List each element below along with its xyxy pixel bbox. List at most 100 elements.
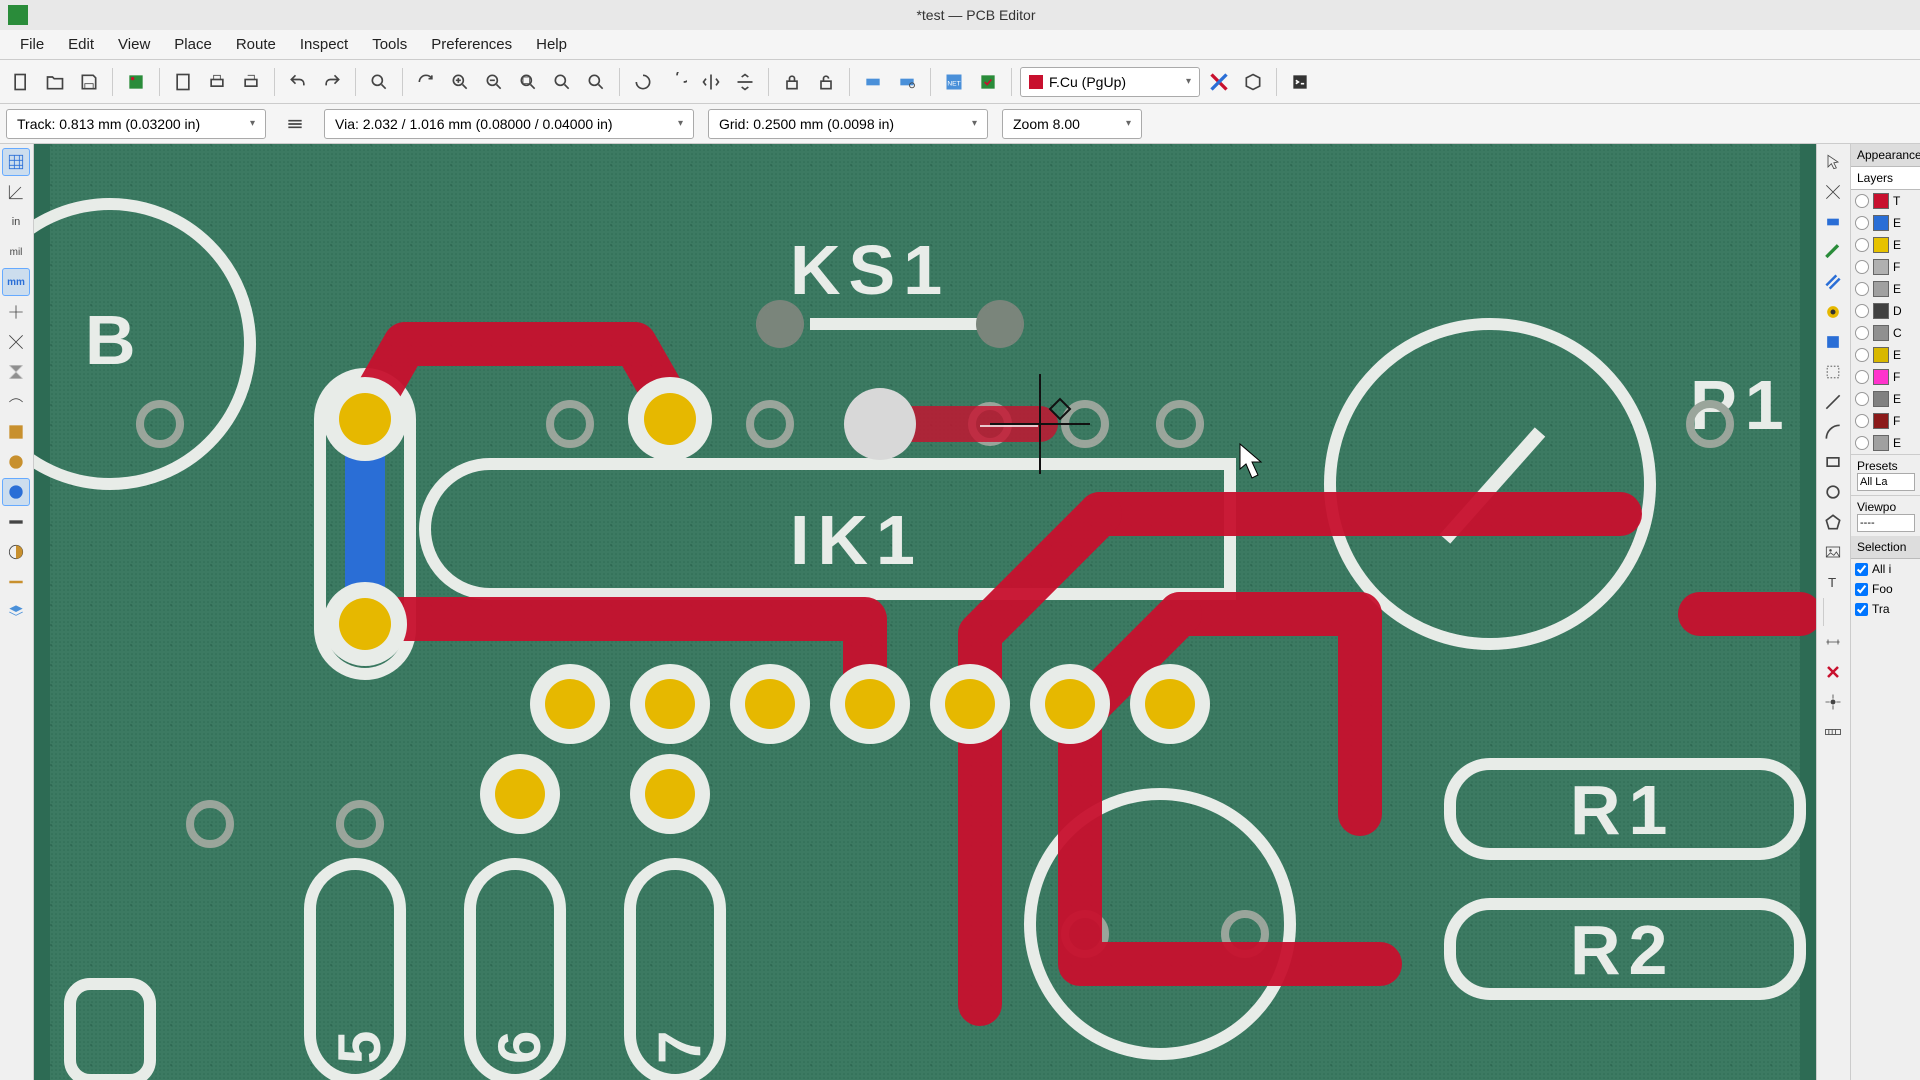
track-display-icon[interactable] [2,508,30,536]
route-diff-pair-icon[interactable] [1819,268,1847,296]
menu-help[interactable]: Help [524,32,579,57]
eye-icon[interactable] [1855,238,1869,252]
eye-icon[interactable] [1855,260,1869,274]
zoom-fit-icon[interactable] [513,67,543,97]
pcb-view[interactable]: KS1 IK1 P1 R1 R2 B 5 6 7 [34,144,1816,1080]
undo-icon[interactable] [283,67,313,97]
layers-manager-icon[interactable] [2,598,30,626]
footprint-editor-icon[interactable] [858,67,888,97]
appearance-tab[interactable]: Appearance [1851,144,1920,167]
page-settings-icon[interactable] [168,67,198,97]
select-tool-icon[interactable] [1819,148,1847,176]
unlock-icon[interactable] [811,67,841,97]
pad-display-icon[interactable] [2,448,30,476]
polar-coord-icon[interactable] [2,178,30,206]
grid-selector[interactable]: Grid: 0.2500 mm (0.0098 in) ▾ [708,109,988,139]
layer-row[interactable]: E [1851,212,1920,234]
layer-selector[interactable]: F.Cu (PgUp) ▾ [1020,67,1200,97]
draw-line-icon[interactable] [1819,388,1847,416]
eye-icon[interactable] [1855,282,1869,296]
layer-row[interactable]: F [1851,410,1920,432]
eye-icon[interactable] [1855,304,1869,318]
place-zone-icon[interactable] [1819,328,1847,356]
menu-tools[interactable]: Tools [360,32,419,57]
units-mil-icon[interactable]: mil [2,238,30,266]
plot-icon[interactable] [236,67,266,97]
net-highlight-icon[interactable] [2,568,30,596]
zoom-selector[interactable]: Zoom 8.00 ▾ [1002,109,1142,139]
dimension-icon[interactable] [1819,628,1847,656]
zoom-objects-icon[interactable] [547,67,577,97]
eye-icon[interactable] [1855,326,1869,340]
pcb-canvas[interactable]: KS1 IK1 P1 R1 R2 B 5 6 7 [34,144,1816,1080]
filter-tracks[interactable]: Tra [1851,599,1920,619]
units-in-icon[interactable]: in [2,208,30,236]
find-icon[interactable] [364,67,394,97]
mirror-v-icon[interactable] [730,67,760,97]
eye-icon[interactable] [1855,348,1869,362]
units-mm-icon[interactable]: mm [2,268,30,296]
layer-row[interactable]: C [1851,322,1920,344]
zoom-out-icon[interactable] [479,67,509,97]
filter-tracks-checkbox[interactable] [1855,603,1868,616]
eye-icon[interactable] [1855,392,1869,406]
scripting-icon[interactable] [1285,67,1315,97]
draw-rect-icon[interactable] [1819,448,1847,476]
place-via-icon[interactable] [1819,298,1847,326]
layer-row[interactable]: E [1851,278,1920,300]
layer-pair-icon[interactable] [1204,67,1234,97]
drc-icon[interactable] [973,67,1003,97]
presets-selector[interactable] [1857,473,1915,491]
menu-place[interactable]: Place [162,32,224,57]
draw-polygon-icon[interactable] [1819,508,1847,536]
eye-icon[interactable] [1855,414,1869,428]
menu-file[interactable]: File [8,32,56,57]
auto-track-width-icon[interactable] [280,109,310,139]
menu-edit[interactable]: Edit [56,32,106,57]
layer-row[interactable]: F [1851,366,1920,388]
draw-arc-icon[interactable] [1819,418,1847,446]
grid-toggle-icon[interactable] [2,148,30,176]
menu-inspect[interactable]: Inspect [288,32,360,57]
print-icon[interactable] [202,67,232,97]
ratsnest-icon[interactable] [2,358,30,386]
redo-icon[interactable] [317,67,347,97]
footprint-viewer-icon[interactable] [892,67,922,97]
new-icon[interactable] [6,67,36,97]
layer-row[interactable]: E [1851,234,1920,256]
layers-tab[interactable]: Layers [1851,167,1920,190]
eye-icon[interactable] [1855,194,1869,208]
mirror-h-icon[interactable] [696,67,726,97]
refresh-icon[interactable] [411,67,441,97]
layer-row[interactable]: F [1851,256,1920,278]
origin-icon[interactable] [2,328,30,356]
draw-circle-icon[interactable] [1819,478,1847,506]
filter-all[interactable]: All i [1851,559,1920,579]
filter-footprints-checkbox[interactable] [1855,583,1868,596]
zoom-in-icon[interactable] [445,67,475,97]
save-icon[interactable] [74,67,104,97]
update-from-schematic-icon[interactable]: NET [939,67,969,97]
set-origin-icon[interactable] [1819,688,1847,716]
route-track-icon[interactable] [1819,238,1847,266]
place-footprint-icon[interactable] [1819,208,1847,236]
highlight-net-icon[interactable] [1819,178,1847,206]
curved-ratsnest-icon[interactable] [2,388,30,416]
3d-viewer-icon[interactable] [1238,67,1268,97]
filter-footprints[interactable]: Foo [1851,579,1920,599]
lock-icon[interactable] [777,67,807,97]
layer-row[interactable]: E [1851,432,1920,454]
contrast-icon[interactable] [2,538,30,566]
via-size-selector[interactable]: Via: 2.032 / 1.016 mm (0.08000 / 0.04000… [324,109,694,139]
zoom-selection-icon[interactable] [581,67,611,97]
viewports-selector[interactable] [1857,514,1915,532]
layer-row[interactable]: D [1851,300,1920,322]
eye-icon[interactable] [1855,370,1869,384]
layer-row[interactable]: T [1851,190,1920,212]
track-width-selector[interactable]: Track: 0.813 mm (0.03200 in) ▾ [6,109,266,139]
menu-preferences[interactable]: Preferences [419,32,524,57]
cursor-shape-icon[interactable] [2,298,30,326]
place-text-icon[interactable]: T [1819,568,1847,596]
layer-row[interactable]: E [1851,344,1920,366]
measure-icon[interactable] [1819,718,1847,746]
